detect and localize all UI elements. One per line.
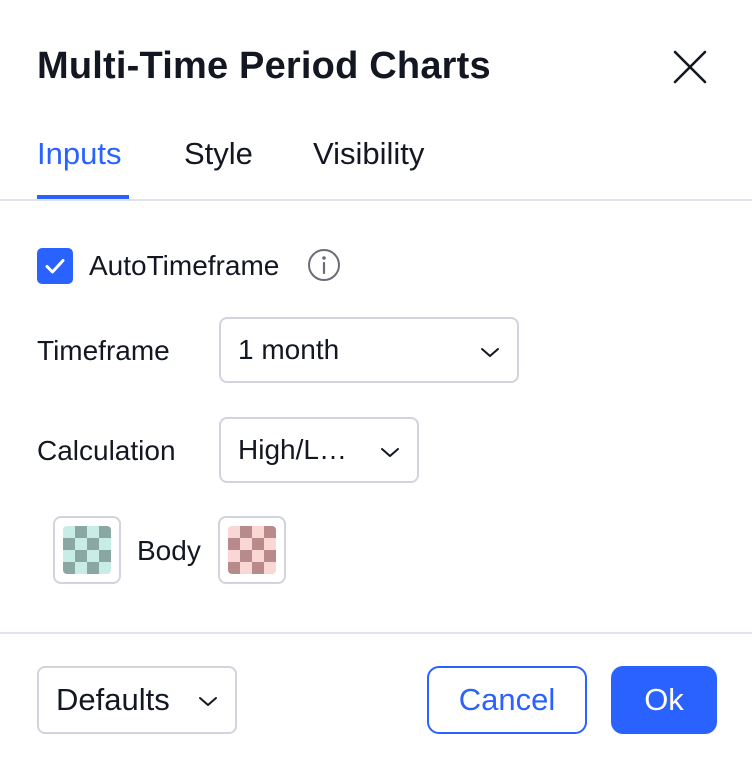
chevron-down-icon bbox=[481, 348, 499, 357]
body-up-color-swatch[interactable] bbox=[53, 516, 121, 584]
tab-bar: Inputs Style Visibility bbox=[0, 128, 752, 201]
tab-visibility[interactable]: Visibility bbox=[313, 128, 424, 201]
checker-pattern bbox=[228, 526, 276, 574]
dialog: Multi-Time Period Charts Inputs Style Vi… bbox=[0, 0, 752, 762]
body-label: Body bbox=[137, 535, 201, 566]
timeframe-select[interactable]: 1 month bbox=[219, 317, 519, 383]
chevron-down-icon bbox=[199, 697, 217, 706]
ok-button[interactable]: Ok bbox=[611, 666, 717, 734]
auto-timeframe-checkbox[interactable] bbox=[37, 248, 73, 284]
calculation-value: High/L… bbox=[238, 434, 347, 465]
timeframe-value: 1 month bbox=[238, 334, 340, 365]
auto-timeframe-label: AutoTimeframe bbox=[89, 250, 280, 281]
tabs-divider bbox=[0, 199, 752, 201]
close-icon bbox=[673, 50, 707, 84]
calculation-select[interactable]: High/L… bbox=[219, 417, 419, 483]
timeframe-label: Timeframe bbox=[37, 335, 170, 366]
close-button[interactable] bbox=[666, 43, 714, 91]
calculation-label: Calculation bbox=[37, 435, 176, 466]
check-icon bbox=[45, 259, 65, 274]
tab-inputs[interactable]: Inputs bbox=[37, 128, 129, 201]
chevron-down-icon bbox=[381, 448, 399, 457]
dialog-title: Multi-Time Period Charts bbox=[37, 45, 491, 87]
info-icon[interactable] bbox=[307, 248, 341, 282]
checker-pattern bbox=[63, 526, 111, 574]
defaults-label: Defaults bbox=[56, 682, 170, 717]
defaults-dropdown[interactable]: Defaults bbox=[37, 666, 237, 734]
footer-divider bbox=[0, 632, 752, 634]
tab-style[interactable]: Style bbox=[184, 128, 253, 201]
cancel-button[interactable]: Cancel bbox=[427, 666, 587, 734]
body-down-color-swatch[interactable] bbox=[218, 516, 286, 584]
